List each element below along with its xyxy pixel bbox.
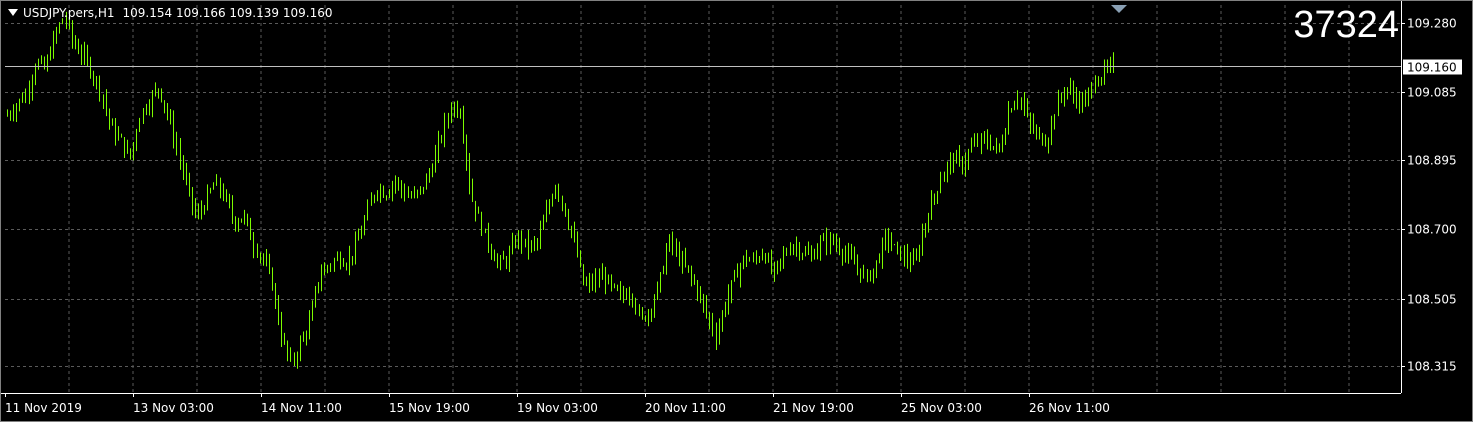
overlay-number: 37324	[1293, 4, 1399, 46]
ohlc-values: 109.154 109.166 109.139 109.160	[122, 6, 333, 20]
price-chart[interactable]: 109.280 109.085 108.895 108.700 108.505 108.3…	[0, 0, 1473, 422]
x-tick-label: 26 Nov 11:00	[1029, 401, 1110, 415]
x-axis-ticks: 11 Nov 2019 13 Nov 03:00 14 Nov 11:00 15 No…	[5, 393, 1110, 415]
x-tick-label: 15 Nov 19:00	[389, 401, 470, 415]
chart-border	[0, 0, 1473, 422]
y-tick-label: 109.085	[1407, 86, 1457, 100]
x-tick-label: 20 Nov 11:00	[645, 401, 726, 415]
chart-header[interactable]: USDJPY.pers,H1 109.154 109.166 109.139 10…	[8, 6, 332, 20]
current-price-label: 109.160	[1407, 61, 1457, 75]
y-tick-label: 108.895	[1407, 154, 1457, 168]
y-tick-label: 108.315	[1407, 360, 1457, 374]
x-tick-label: 19 Nov 03:00	[517, 401, 598, 415]
dropdown-triangle-icon[interactable]	[8, 9, 18, 16]
x-tick-label: 11 Nov 2019	[5, 401, 82, 415]
x-tick-label: 14 Nov 11:00	[261, 401, 342, 415]
shift-marker-icon	[1111, 5, 1127, 13]
chart-canvas[interactable]: 109.280 109.085 108.895 108.700 108.505 108.3…	[0, 0, 1473, 422]
grid	[5, 5, 1401, 393]
x-tick-label: 13 Nov 03:00	[133, 401, 214, 415]
x-tick-label: 25 Nov 03:00	[901, 401, 982, 415]
x-tick-label: 21 Nov 19:00	[773, 401, 854, 415]
y-tick-label: 108.505	[1407, 293, 1457, 307]
y-tick-label: 108.700	[1407, 223, 1457, 237]
y-tick-label: 109.280	[1407, 17, 1457, 31]
axes	[0, 0, 1473, 422]
symbol-label: USDJPY.pers,H1	[23, 6, 115, 20]
candles	[7, 11, 1114, 369]
